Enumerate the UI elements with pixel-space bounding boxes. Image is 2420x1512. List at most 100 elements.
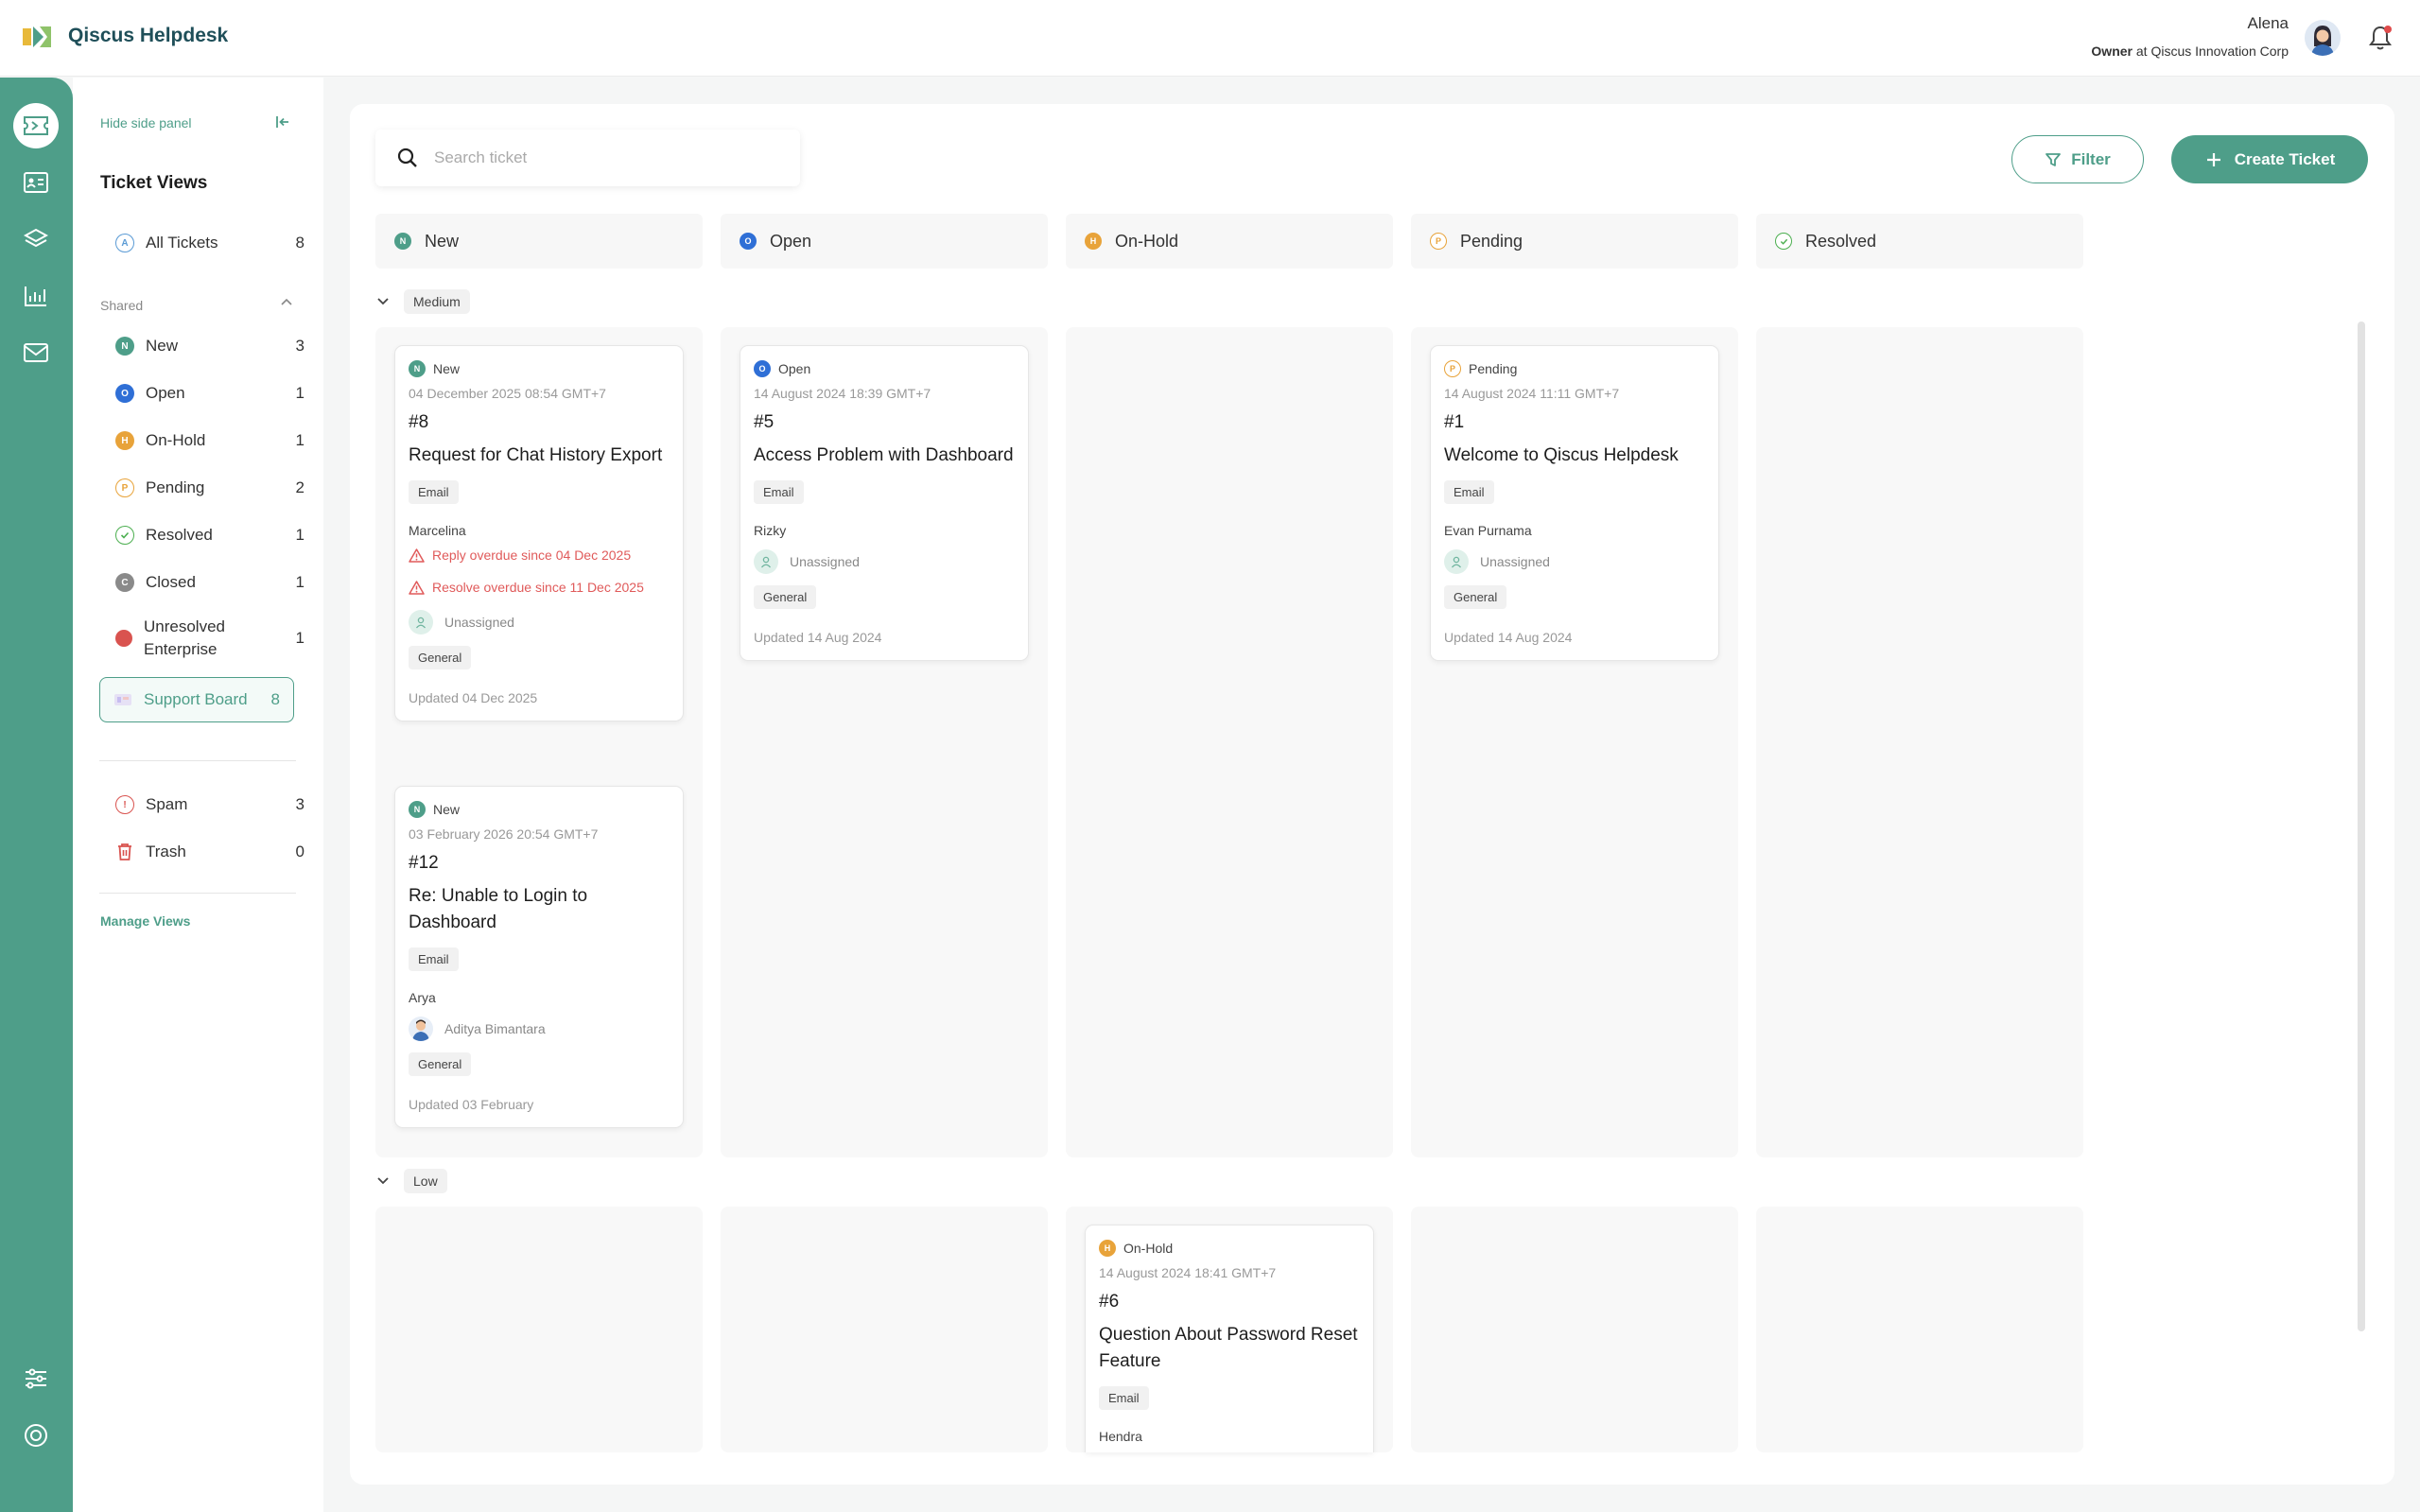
help-icon[interactable]	[13, 1413, 59, 1458]
board-scrollbar[interactable]	[2358, 322, 2365, 1331]
user-role-separator: at	[2133, 43, 2151, 59]
view-label: Resolved	[146, 526, 213, 544]
ticket-status-label: On-Hold	[1123, 1241, 1174, 1256]
view-on-hold[interactable]: H On-Hold 1	[115, 426, 305, 455]
column-header-new: N New	[375, 214, 703, 269]
warning-text: Resolve overdue since 11 Dec 2025	[432, 580, 644, 595]
create-ticket-button[interactable]: Create Ticket	[2171, 135, 2368, 183]
view-closed[interactable]: C Closed 1	[115, 568, 305, 597]
view-open[interactable]: O Open 1	[115, 379, 305, 408]
group-medium-toggle[interactable]: Medium	[375, 289, 470, 314]
ticket-card-12[interactable]: N New 03 February 2026 20:54 GMT+7 #12 Re…	[394, 786, 684, 1128]
search-input[interactable]	[434, 148, 793, 167]
open-status-icon: O	[115, 384, 134, 403]
ticket-number: #5	[754, 412, 775, 432]
column-label: Pending	[1460, 231, 1523, 251]
chevron-down-icon	[377, 298, 389, 305]
filter-icon	[2046, 152, 2062, 166]
shared-section-label: Shared	[100, 298, 144, 313]
view-trash[interactable]: Trash 0	[115, 838, 305, 866]
check-circle-icon	[115, 526, 134, 545]
ticket-customer: Hendra	[1099, 1429, 1142, 1444]
ticket-status-label: Open	[778, 361, 811, 376]
search-bar[interactable]	[375, 130, 800, 186]
view-unresolved-enterprise[interactable]: Unresolved Enterprise 1	[115, 615, 305, 662]
view-count: 1	[295, 384, 305, 402]
chevron-up-icon[interactable]	[280, 296, 293, 309]
lane-low-new	[375, 1207, 703, 1452]
lane-low-open	[721, 1207, 1048, 1452]
view-count: 0	[295, 843, 305, 860]
left-rail	[0, 78, 73, 1512]
divider	[99, 760, 296, 761]
notification-bell-icon[interactable]	[2366, 24, 2394, 52]
contacts-icon[interactable]	[13, 160, 59, 205]
ticket-updated: Updated 03 February	[409, 1097, 534, 1112]
view-count: 8	[295, 234, 305, 252]
user-company: Qiscus Innovation Corp	[2150, 43, 2289, 59]
open-status-icon: O	[754, 360, 771, 377]
ticket-status: P Pending	[1444, 359, 1705, 378]
ticket-status: O Open	[754, 359, 1015, 378]
ticket-status: N New	[409, 359, 670, 378]
ticket-channel: Email	[1099, 1386, 1149, 1410]
group-label: Low	[404, 1169, 447, 1193]
reply-overdue-warning: Reply overdue since 04 Dec 2025	[409, 547, 670, 563]
tickets-icon[interactable]	[13, 103, 59, 148]
closed-status-icon: C	[115, 573, 134, 592]
pending-status-icon: P	[115, 478, 134, 497]
manage-views-link[interactable]: Manage Views	[100, 913, 190, 929]
on-hold-status-icon: H	[1085, 233, 1102, 250]
view-spam[interactable]: ! Spam 3	[115, 791, 305, 819]
ticket-title: Access Problem with Dashboard	[754, 445, 1014, 465]
filter-label: Filter	[2071, 149, 2111, 168]
ticket-customer: Rizky	[754, 523, 787, 538]
ticket-date: 04 December 2025 08:54 GMT+7	[409, 386, 606, 401]
ticket-number: #1	[1444, 412, 1465, 432]
mail-icon[interactable]	[13, 330, 59, 375]
analytics-icon[interactable]	[13, 273, 59, 319]
ticket-card-8[interactable]: N New 04 December 2025 08:54 GMT+7 #8 Req…	[394, 345, 684, 721]
ticket-customer: Arya	[409, 990, 436, 1005]
user-role-title: Owner	[2091, 43, 2133, 59]
ticket-group: General	[409, 646, 472, 669]
user-avatar[interactable]	[2305, 20, 2341, 56]
view-label: Trash	[146, 843, 186, 860]
lane-medium-resolved	[1756, 327, 2083, 1157]
open-status-icon: O	[740, 233, 757, 250]
plus-icon	[2206, 152, 2220, 166]
ticket-card-1[interactable]: P Pending 14 August 2024 11:11 GMT+7 #1 W…	[1430, 345, 1719, 661]
group-low-toggle[interactable]: Low	[375, 1169, 447, 1193]
brand-name[interactable]: Qiscus Helpdesk	[68, 25, 228, 47]
ticket-customer: Marcelina	[409, 523, 466, 538]
ticket-agent: Unassigned	[1444, 549, 1705, 574]
ticket-status: N New	[409, 800, 670, 819]
view-pending[interactable]: P Pending 2	[115, 474, 305, 502]
search-icon	[397, 148, 417, 167]
ticket-agent: Unassigned	[409, 610, 670, 634]
collapse-panel-icon[interactable]	[274, 113, 291, 130]
settings-sliders-icon[interactable]	[13, 1356, 59, 1401]
ticket-card-6[interactable]: H On-Hold 14 August 2024 18:41 GMT+7 #6 Q…	[1085, 1225, 1374, 1452]
view-resolved[interactable]: Resolved 1	[115, 521, 305, 549]
side-panel: Hide side panel Ticket Views A All Ticke…	[73, 78, 323, 1512]
all-tickets-icon: A	[115, 234, 134, 252]
pending-status-icon: P	[1444, 360, 1461, 377]
ticket-card-5[interactable]: O Open 14 August 2024 18:39 GMT+7 #5 Acce…	[740, 345, 1029, 661]
ticket-updated: Updated 14 Aug 2024	[754, 630, 882, 645]
resolve-overdue-warning: Resolve overdue since 11 Dec 2025	[409, 580, 670, 595]
filter-button[interactable]: Filter	[2011, 135, 2144, 183]
view-label: Closed	[146, 573, 196, 591]
view-support-board[interactable]: Support Board 8	[99, 677, 294, 722]
hide-side-panel-link[interactable]: Hide side panel	[100, 115, 192, 130]
user-role: Owner at Qiscus Innovation Corp	[2091, 43, 2289, 59]
view-new[interactable]: N New 3	[115, 332, 305, 360]
view-label: Unresolved Enterprise	[144, 617, 225, 658]
view-all-tickets[interactable]: A All Tickets 8	[115, 229, 305, 257]
layers-icon[interactable]	[13, 217, 59, 262]
group-label: Medium	[404, 289, 470, 314]
column-label: On-Hold	[1115, 231, 1179, 251]
user-name: Alena	[2247, 14, 2289, 32]
ticket-views-title: Ticket Views	[100, 173, 208, 193]
view-count: 1	[295, 431, 305, 449]
